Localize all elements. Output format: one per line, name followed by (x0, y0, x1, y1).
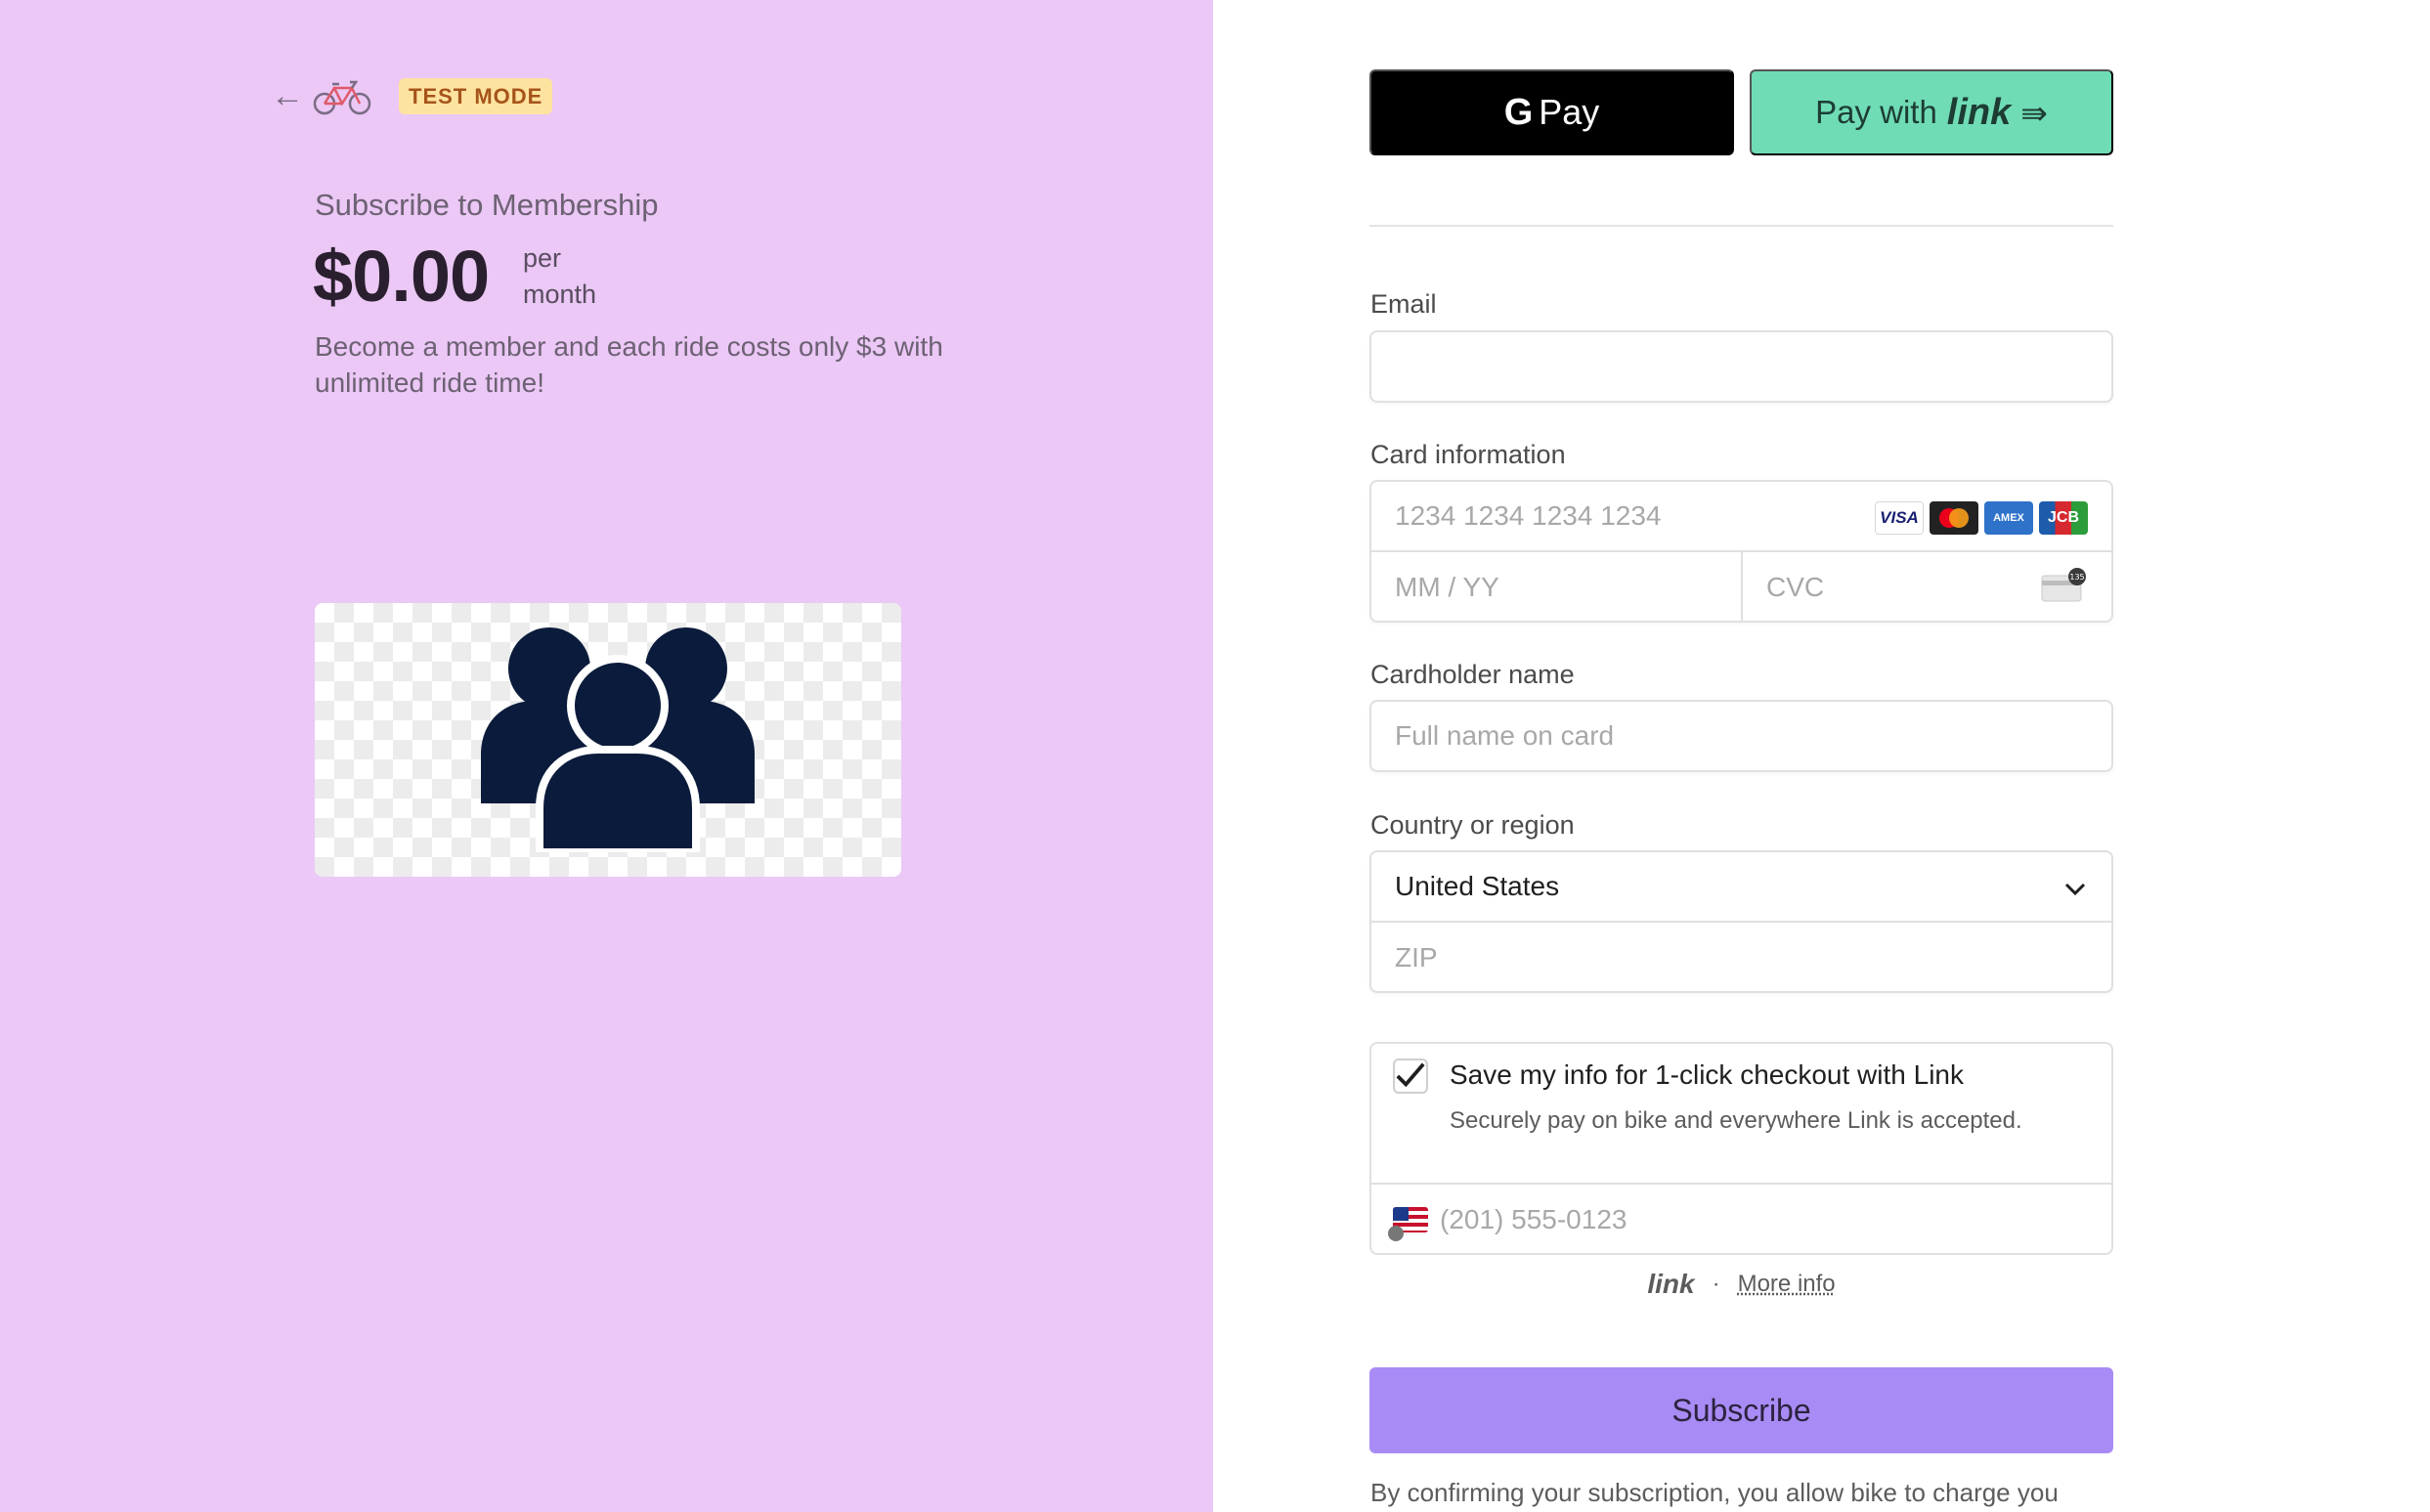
link-footer-logo: link (1647, 1269, 1695, 1299)
link-logo: link (1946, 91, 2012, 133)
country-value: United States (1395, 871, 1560, 901)
card-number-placeholder: 1234 1234 1234 1234 (1395, 500, 1662, 531)
billing-interval: per month (523, 240, 596, 313)
email-field[interactable] (1369, 330, 2113, 403)
phone-field[interactable]: (201) 555-0123 (1371, 1183, 2111, 1255)
subscribe-button[interactable]: Subscribe (1369, 1367, 2113, 1453)
mastercard-icon (1930, 501, 1978, 535)
save-info-checkbox[interactable] (1393, 1058, 1428, 1094)
expiry-placeholder: MM / YY (1395, 572, 1499, 602)
interval-label: month (523, 280, 597, 309)
cvc-badge: 135 (2069, 573, 2084, 582)
cvc-card-icon: 135 (2041, 568, 2086, 602)
card-info-label: Card information (1370, 440, 1566, 469)
google-g-icon: G (1503, 91, 1534, 133)
per-label: per (523, 243, 562, 273)
chevron-down-icon (2064, 883, 2086, 896)
cardholder-name-field[interactable]: Full name on card (1369, 700, 2113, 772)
cardholder-placeholder: Full name on card (1395, 720, 1615, 751)
cvc-field[interactable]: CVC 135 (1743, 552, 2113, 623)
expiry-field[interactable]: MM / YY (1371, 552, 1743, 623)
back-arrow-icon[interactable]: ← (271, 79, 304, 112)
jcb-icon: JCB (2039, 501, 2088, 535)
amex-icon: AMEX (1984, 501, 2033, 535)
cvc-placeholder: CVC (1766, 572, 1825, 602)
card-brands: VISA AMEX JCB (1875, 501, 2088, 535)
save-info-description: Securely pay on bike and everywhere Link… (1450, 1107, 2022, 1134)
link-footer: link · More info (1369, 1269, 2113, 1300)
wallet-divider (1369, 225, 2113, 227)
footer-separator: · (1712, 1271, 1720, 1297)
product-description: Become a member and each ride costs only… (315, 331, 943, 398)
flag-dropdown-icon (1388, 1226, 1404, 1241)
product-image (315, 603, 901, 877)
test-mode-badge: TEST MODE (399, 78, 553, 114)
terms-text: By confirming your subscription, you all… (1370, 1478, 2059, 1507)
product-summary-panel: ← TEST MODE Subscribe to Membership $0.0… (0, 0, 1213, 1512)
link-save-box: Save my info for 1-click checkout with L… (1369, 1042, 2113, 1255)
zip-placeholder: ZIP (1395, 942, 1438, 972)
checkmark-icon (1396, 1062, 1425, 1088)
arrow-right-icon: ⇛ (2020, 94, 2048, 131)
phone-placeholder: (201) 555-0123 (1440, 1204, 1627, 1234)
product-title: Subscribe to Membership (315, 188, 659, 222)
country-select[interactable]: United States (1371, 852, 2111, 923)
visa-icon: VISA (1875, 501, 1924, 535)
google-pay-button[interactable]: G Pay (1369, 69, 1734, 155)
card-info-group: 1234 1234 1234 1234 VISA AMEX JCB MM / Y… (1369, 480, 2113, 623)
link-prefix: Pay with (1815, 94, 1937, 130)
zip-field[interactable]: ZIP (1371, 923, 2111, 993)
cardholder-label: Cardholder name (1370, 660, 1575, 689)
country-label: Country or region (1370, 810, 1575, 840)
more-info-link[interactable]: More info (1738, 1271, 1836, 1298)
price-amount: $0.00 (313, 236, 490, 317)
users-group-icon (481, 627, 755, 852)
pay-with-link-button[interactable]: Pay with link ⇛ (1750, 69, 2113, 155)
bicycle-icon[interactable] (313, 72, 371, 119)
gpay-label: Pay (1539, 92, 1600, 132)
save-info-title: Save my info for 1-click checkout with L… (1450, 1059, 1964, 1090)
email-label: Email (1370, 289, 1437, 319)
address-group: United States ZIP (1369, 850, 2113, 993)
